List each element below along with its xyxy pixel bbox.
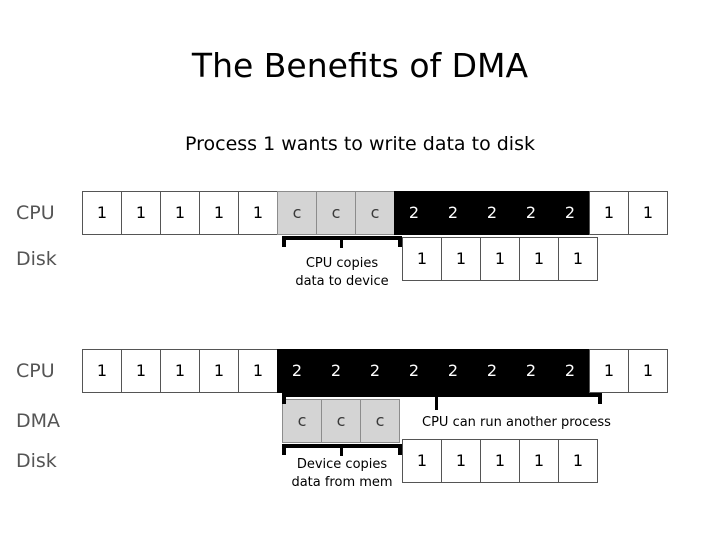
bottom-annotation-device-copies: Device copies data from mem (270, 456, 414, 491)
timeline-cell: 1 (441, 439, 481, 483)
bottom-cpu-timeline: 111112222222211 (82, 349, 668, 393)
timeline-cell: 1 (589, 349, 629, 393)
bracket-tick (340, 447, 343, 456)
timeline-cell: 1 (519, 439, 559, 483)
timeline-cell: 1 (589, 191, 629, 235)
timeline-cell: 2 (433, 349, 473, 393)
timeline-cell: c (316, 191, 356, 235)
timeline-cell: 1 (441, 237, 481, 281)
bracket-leg-left (282, 444, 286, 455)
timeline-cell: 1 (199, 349, 239, 393)
timeline-cell: 1 (480, 237, 520, 281)
timeline-cell: 1 (121, 191, 161, 235)
top-disk-timeline: 11111 (402, 237, 598, 281)
slide-canvas: The Benefits of DMA Process 1 wants to w… (0, 0, 720, 540)
bottom-cpu-runs-bracket (282, 393, 602, 410)
timeline-cell: c (355, 191, 395, 235)
timeline-cell: 2 (433, 191, 473, 235)
timeline-cell: 2 (394, 349, 434, 393)
timeline-cell: 2 (277, 349, 317, 393)
bracket-bar (282, 393, 602, 397)
timeline-cell: 1 (121, 349, 161, 393)
bottom-device-copies-bracket (282, 444, 402, 456)
timeline-cell: 1 (480, 439, 520, 483)
timeline-cell: 1 (160, 191, 200, 235)
timeline-cell: 2 (394, 191, 434, 235)
timeline-cell: 1 (82, 191, 122, 235)
top-annotation-line-1: CPU copies (305, 256, 379, 271)
timeline-cell: 1 (82, 349, 122, 393)
timeline-cell: 2 (472, 191, 512, 235)
timeline-cell: c (282, 399, 322, 443)
bottom-disk-timeline: 11111 (402, 439, 598, 483)
bracket-leg-left (282, 236, 286, 247)
bottom-dma-timeline: ccc (282, 399, 400, 443)
bracket-leg-left (282, 393, 286, 404)
timeline-cell: 1 (628, 349, 668, 393)
bottom-annotation-line-1: Device copies (296, 457, 388, 472)
timeline-cell: 1 (519, 237, 559, 281)
timeline-cell: c (277, 191, 317, 235)
bracket-leg-right (398, 444, 402, 455)
timeline-cell: 1 (558, 237, 598, 281)
top-row-label-disk: Disk (16, 248, 57, 270)
bottom-row-label-cpu: CPU (16, 360, 55, 382)
bottom-row-label-disk: Disk (16, 450, 57, 472)
bracket-leg-right (598, 393, 602, 404)
slide-subtitle: Process 1 wants to write data to disk (185, 133, 535, 155)
timeline-cell: 2 (550, 349, 590, 393)
top-cpu-timeline: 11111ccc2222211 (82, 191, 668, 235)
top-row-label-cpu: CPU (16, 202, 55, 224)
bottom-annotation-line-2: data from mem (291, 474, 393, 490)
timeline-cell: 2 (472, 349, 512, 393)
timeline-cell: c (321, 399, 361, 443)
top-cpu-copies-bracket (282, 236, 402, 248)
bracket-tick (435, 396, 438, 410)
bracket-leg-right (398, 236, 402, 247)
timeline-cell: 2 (511, 349, 551, 393)
bracket-tick (340, 239, 343, 248)
slide-title: The Benefits of DMA (191, 46, 529, 85)
bottom-row-label-dma: DMA (16, 410, 61, 432)
timeline-cell: 1 (558, 439, 598, 483)
timeline-cell: c (360, 399, 400, 443)
timeline-cell: 2 (355, 349, 395, 393)
bottom-annotation-cpu-runs: CPU can run another process (422, 415, 611, 430)
timeline-cell: 1 (199, 191, 239, 235)
timeline-cell: 1 (160, 349, 200, 393)
timeline-cell: 2 (511, 191, 551, 235)
timeline-cell: 2 (316, 349, 356, 393)
top-annotation-cpu-copies: CPU copies data to device (272, 255, 412, 290)
timeline-cell: 1 (628, 191, 668, 235)
timeline-cell: 1 (238, 191, 278, 235)
top-annotation-line-2: data to device (295, 273, 389, 289)
timeline-cell: 2 (550, 191, 590, 235)
timeline-cell: 1 (238, 349, 278, 393)
